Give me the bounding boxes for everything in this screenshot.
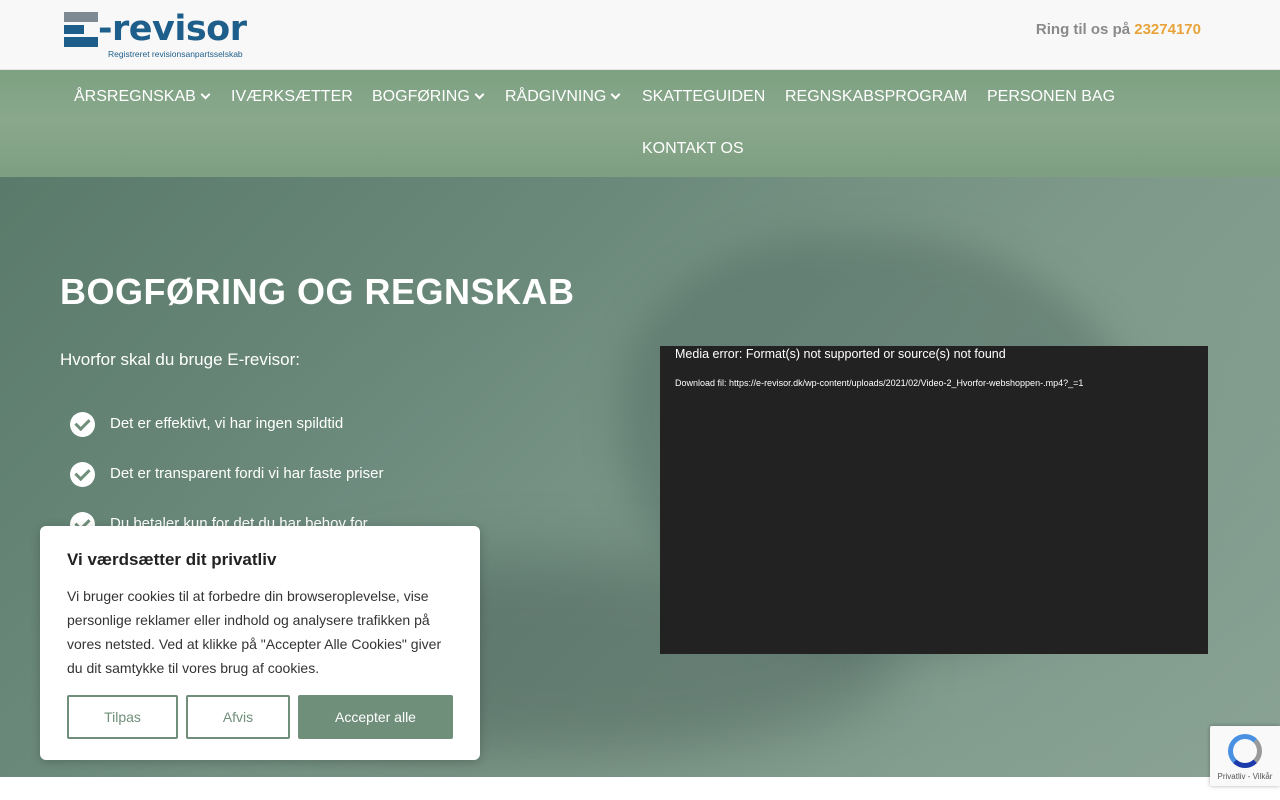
phone-callout: Ring til os på 23274170 [1036,21,1201,38]
video-error-message: Media error: Format(s) not supported or … [675,347,1006,361]
site-logo[interactable]: -revisor Registreret revisionsanpartssel… [64,9,248,62]
site-header: -revisor Registreret revisionsanpartssel… [0,0,1280,70]
nav-item-label: IVÆRKSÆTTER [231,88,353,105]
nav-item-regnskabsprogram[interactable]: REGNSKABSPROGRAM [785,88,967,106]
logo-tagline: Registreret revisionsanpartsselskab [108,49,243,59]
nav-item-label: ÅRSREGNSKAB [74,88,196,105]
video-download-link[interactable]: https://e-revisor.dk/wp-content/uploads/… [729,378,1083,388]
chevron-down-icon [474,89,485,100]
nav-item-skatteguiden[interactable]: SKATTEGUIDEN [642,88,765,106]
nav-item-personen-bag[interactable]: PERSONEN BAG [987,88,1115,106]
nav-item-kontakt-os[interactable]: KONTAKT OS [642,140,744,158]
cookie-customize-button[interactable]: Tilpas [67,695,178,739]
cookie-description: Vi bruger cookies til at forbedre din br… [67,588,442,676]
video-player[interactable]: Media error: Format(s) not supported or … [660,346,1208,654]
recaptcha-links[interactable]: Privatliv - Vilkår [1210,772,1280,781]
nav-item-label: RÅDGIVNING [505,88,607,105]
chevron-down-icon [200,89,211,100]
benefit-text: Det er effektivt, vi har ingen spildtid [110,415,344,432]
chevron-down-icon [610,89,621,100]
cookie-consent-dialog: Vi værdsætter dit privatliv Vi bruger co… [40,526,480,760]
check-circle-icon [70,462,95,487]
nav-item-aarsregnskab[interactable]: ÅRSREGNSKAB [74,88,211,106]
recaptcha-badge[interactable]: Privatliv - Vilkår [1210,726,1280,786]
nav-item-label: REGNSKABSPROGRAM [785,88,968,105]
nav-item-bogfoering[interactable]: BOGFØRING [372,88,485,106]
logo-wordmark: -revisor [98,9,247,49]
nav-item-ivaerksaetter[interactable]: IVÆRKSÆTTER [231,88,353,106]
check-circle-icon [70,412,95,437]
page-title: BOGFØRING OG REGNSKAB [60,271,575,312]
nav-item-label: KONTAKT OS [642,140,744,157]
cookie-title: Vi værdsætter dit privatliv [67,550,277,569]
logo-e-mark [64,12,98,48]
hero-subtitle: Hvorfor skal du bruge E-revisor: [60,350,300,369]
benefit-text: Det er transparent fordi vi har faste pr… [110,465,384,482]
video-download-line: Download fil: https://e-revisor.dk/wp-co… [675,378,1083,388]
video-download-prefix: Download fil: [675,378,727,388]
nav-item-label: PERSONEN BAG [987,88,1116,105]
cookie-accept-all-button[interactable]: Accepter alle [298,695,453,739]
nav-item-raadgivning[interactable]: RÅDGIVNING [505,88,621,106]
nav-item-label: SKATTEGUIDEN [642,88,766,105]
recaptcha-icon [1228,734,1262,768]
nav-item-label: BOGFØRING [372,88,470,105]
phone-prefix: Ring til os på [1035,21,1131,38]
cookie-reject-button[interactable]: Afvis [186,695,290,739]
phone-number-link[interactable]: 23274170 [1134,21,1201,38]
main-nav: ÅRSREGNSKAB IVÆRKSÆTTER BOGFØRING RÅDGIV… [0,70,1280,177]
page-bottom [0,777,1280,800]
